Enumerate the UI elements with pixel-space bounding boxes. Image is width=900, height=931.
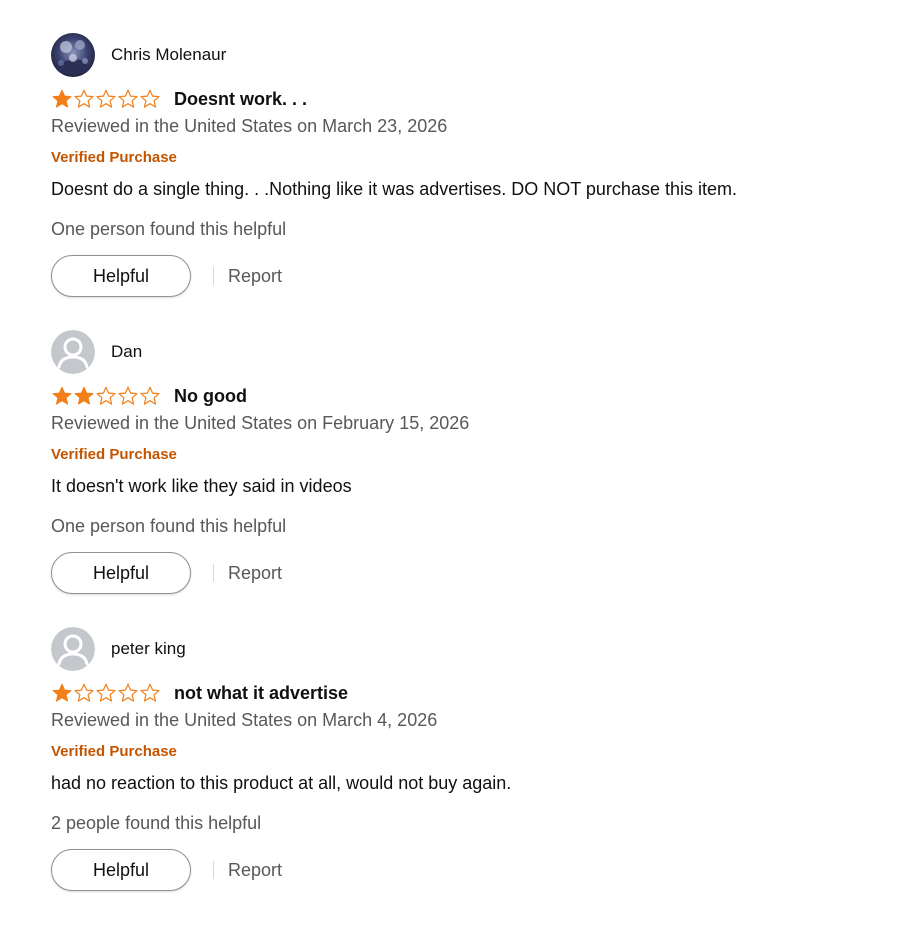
avatar[interactable] (51, 330, 95, 374)
review-title[interactable]: Doesnt work. . . (174, 89, 307, 110)
review-body: Doesnt do a single thing. . .Nothing lik… (51, 179, 737, 199)
helpful-count: 2 people found this helpful (51, 813, 262, 833)
reviewer-name[interactable]: Chris Molenaur (111, 45, 226, 65)
review-item: Dan No good Reviewed in the United State… (51, 330, 851, 610)
star-filled-icon (51, 88, 73, 110)
review-body: had no reaction to this product at all, … (51, 773, 512, 793)
rating-line: No good (51, 383, 247, 409)
verified-purchase-badge[interactable]: Verified Purchase (51, 743, 177, 760)
star-empty-icon (95, 682, 117, 704)
review-date: Reviewed in the United States on March 4… (51, 710, 438, 730)
reviewer-profile[interactable]: Dan (51, 330, 142, 374)
helpful-button[interactable]: Helpful (51, 255, 191, 297)
star-empty-icon (95, 88, 117, 110)
star-empty-icon (95, 385, 117, 407)
star-empty-icon (139, 682, 161, 704)
reviewer-profile[interactable]: peter king (51, 627, 186, 671)
star-empty-icon (117, 88, 139, 110)
review-item: Chris Molenaur Doesnt work. . . Reviewed… (51, 33, 851, 313)
review-item: peter king not what it advertise Reviewe… (51, 627, 851, 907)
photo-avatar-icon (51, 33, 95, 77)
rating-line: Doesnt work. . . (51, 86, 307, 112)
review-actions: Helpful Report (51, 551, 282, 595)
review-list: Chris Molenaur Doesnt work. . . Reviewed… (0, 0, 900, 931)
reviewer-name[interactable]: peter king (111, 639, 186, 659)
default-user-avatar-icon (51, 627, 95, 671)
review-title[interactable]: No good (174, 386, 247, 407)
report-link[interactable]: Report (228, 266, 282, 287)
report-link[interactable]: Report (228, 860, 282, 881)
review-body: It doesn't work like they said in videos (51, 476, 352, 496)
divider (213, 861, 214, 879)
default-user-avatar-icon (51, 330, 95, 374)
star-empty-icon (73, 682, 95, 704)
avatar[interactable] (51, 627, 95, 671)
star-empty-icon (139, 385, 161, 407)
star-rating[interactable] (51, 681, 161, 705)
star-rating[interactable] (51, 87, 161, 111)
review-actions: Helpful Report (51, 254, 282, 298)
divider (213, 564, 214, 582)
rating-line: not what it advertise (51, 680, 348, 706)
review-title[interactable]: not what it advertise (174, 683, 348, 704)
helpful-button[interactable]: Helpful (51, 849, 191, 891)
star-filled-icon (51, 682, 73, 704)
review-date: Reviewed in the United States on Februar… (51, 413, 470, 433)
avatar[interactable] (51, 33, 95, 77)
review-actions: Helpful Report (51, 848, 282, 892)
reviewer-profile[interactable]: Chris Molenaur (51, 33, 226, 77)
divider (213, 267, 214, 285)
star-filled-icon (73, 385, 95, 407)
star-empty-icon (117, 682, 139, 704)
star-filled-icon (51, 385, 73, 407)
verified-purchase-badge[interactable]: Verified Purchase (51, 149, 177, 166)
verified-purchase-badge[interactable]: Verified Purchase (51, 446, 177, 463)
star-rating[interactable] (51, 384, 161, 408)
star-empty-icon (139, 88, 161, 110)
helpful-count: One person found this helpful (51, 219, 287, 239)
review-date: Reviewed in the United States on March 2… (51, 116, 448, 136)
star-empty-icon (73, 88, 95, 110)
helpful-button[interactable]: Helpful (51, 552, 191, 594)
report-link[interactable]: Report (228, 563, 282, 584)
star-empty-icon (117, 385, 139, 407)
helpful-count: One person found this helpful (51, 516, 287, 536)
reviewer-name[interactable]: Dan (111, 342, 142, 362)
